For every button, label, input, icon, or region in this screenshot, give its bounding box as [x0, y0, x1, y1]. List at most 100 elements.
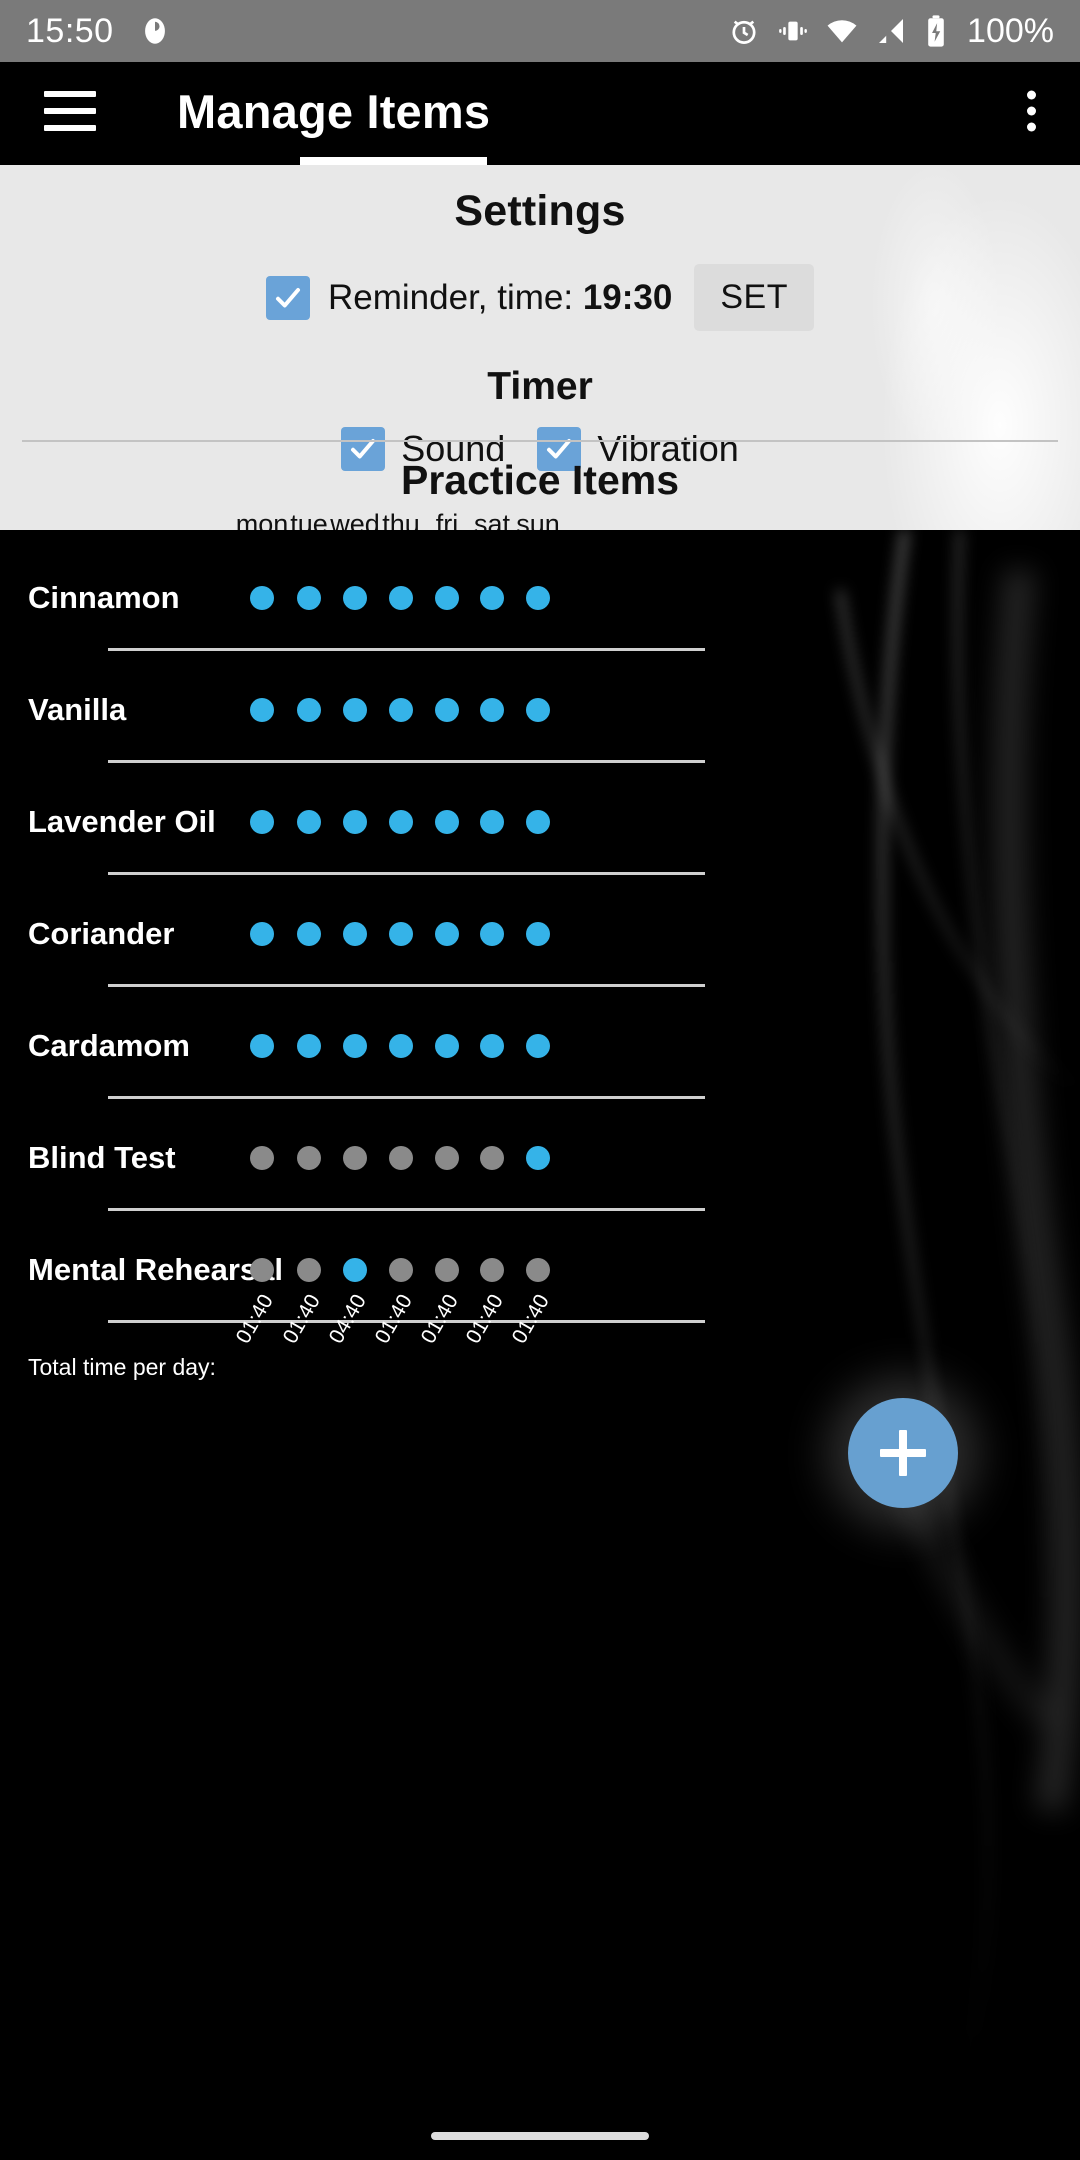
practice-day-dot-tue[interactable]: [297, 922, 321, 946]
row-divider: [108, 648, 705, 651]
practice-item-row[interactable]: Blind Test: [0, 1102, 1080, 1214]
practice-item-row[interactable]: Cardamom: [0, 990, 1080, 1102]
practice-item-name: Coriander: [28, 916, 175, 951]
reminder-row: Reminder, time: 19:30 SET: [0, 264, 1080, 331]
reminder-label: Reminder, time: 19:30: [328, 278, 672, 318]
practice-day-dot-mon[interactable]: [250, 1146, 274, 1170]
practice-item-name: Vanilla: [28, 692, 127, 727]
practice-day-dot-thu[interactable]: [389, 1034, 413, 1058]
row-divider: [108, 1096, 705, 1099]
practice-day-dot-mon[interactable]: [250, 1258, 274, 1282]
practice-day-dot-sat[interactable]: [480, 1034, 504, 1058]
row-divider: [108, 872, 705, 875]
practice-item-name: Mental Rehearsal: [28, 1252, 283, 1287]
practice-day-dot-fri[interactable]: [435, 922, 459, 946]
battery-percent-label: 100%: [967, 11, 1054, 50]
practice-day-dot-sat[interactable]: [480, 698, 504, 722]
vibrate-icon: [777, 15, 809, 47]
practice-day-dot-tue[interactable]: [297, 810, 321, 834]
tab-indicator-active: [300, 157, 487, 165]
practice-day-dot-wed[interactable]: [343, 1258, 367, 1282]
practice-day-dot-sun[interactable]: [526, 586, 550, 610]
practice-item-name: Cardamom: [28, 1028, 190, 1063]
practice-day-dot-fri[interactable]: [435, 698, 459, 722]
practice-items-heading: Practice Items: [400, 457, 680, 503]
row-divider: [108, 760, 705, 763]
practice-day-dot-sun[interactable]: [526, 1258, 550, 1282]
practice-day-dot-sat[interactable]: [480, 1146, 504, 1170]
practice-day-dot-fri[interactable]: [435, 1258, 459, 1282]
practice-item-name: Blind Test: [28, 1140, 176, 1175]
practice-day-dot-sun[interactable]: [526, 810, 550, 834]
status-bar-left-icons: [138, 14, 172, 48]
status-bar-right-icons: 100%: [727, 12, 1054, 51]
settings-divider: [22, 440, 1058, 442]
practice-day-dot-sat[interactable]: [480, 586, 504, 610]
reminder-checkbox[interactable]: [266, 275, 310, 320]
practice-day-dot-thu[interactable]: [389, 1146, 413, 1170]
row-divider: [108, 1208, 705, 1211]
set-reminder-button[interactable]: SET: [694, 264, 814, 331]
practice-day-dot-thu[interactable]: [389, 586, 413, 610]
row-divider: [108, 984, 705, 987]
practice-day-dot-sun[interactable]: [526, 1146, 550, 1170]
practice-day-dot-sun[interactable]: [526, 698, 550, 722]
practice-day-dot-thu[interactable]: [389, 1258, 413, 1282]
app-bar: Manage Items: [0, 62, 1080, 160]
status-bar: 15:50 100%: [0, 0, 1080, 62]
overflow-menu-icon[interactable]: [1027, 90, 1036, 132]
practice-day-dot-wed[interactable]: [343, 810, 367, 834]
system-navigation-bar: [0, 2100, 1080, 2160]
practice-day-dot-fri[interactable]: [435, 810, 459, 834]
practice-items-list: Cinnamon Vanilla Lavender Oil Coriander Card…: [0, 530, 1080, 2160]
practice-day-dot-sat[interactable]: [480, 810, 504, 834]
practice-item-row[interactable]: Vanilla: [0, 654, 1080, 766]
home-gesture-pill[interactable]: [431, 2132, 649, 2140]
practice-day-dot-mon[interactable]: [250, 810, 274, 834]
profile-avatar-icon: [138, 14, 172, 48]
practice-day-dot-wed[interactable]: [343, 1146, 367, 1170]
page-title: Manage Items: [177, 84, 491, 138]
settings-heading: Settings: [454, 187, 626, 235]
practice-day-dot-thu[interactable]: [389, 698, 413, 722]
plus-icon: [880, 1430, 926, 1476]
total-time-label: Total time per day:: [28, 1354, 216, 1380]
battery-charging-icon: [923, 14, 949, 48]
practice-day-dot-thu[interactable]: [389, 810, 413, 834]
practice-day-dot-fri[interactable]: [435, 1034, 459, 1058]
practice-day-dot-tue[interactable]: [297, 1146, 321, 1170]
wifi-icon: [825, 14, 859, 48]
app-root: 15:50 100% Manage Items Settings Reminde…: [0, 0, 1080, 2160]
practice-day-dot-mon[interactable]: [250, 698, 274, 722]
hamburger-menu-icon[interactable]: [44, 91, 96, 131]
practice-day-dot-mon[interactable]: [250, 922, 274, 946]
practice-item-row[interactable]: Lavender Oil: [0, 766, 1080, 878]
practice-day-dot-thu[interactable]: [389, 922, 413, 946]
practice-item-name: Lavender Oil: [28, 804, 216, 839]
practice-item-row[interactable]: Cinnamon: [0, 542, 1080, 654]
practice-day-dot-wed[interactable]: [343, 698, 367, 722]
tab-strip: [0, 153, 1080, 165]
reminder-label-text: Reminder, time:: [328, 277, 574, 317]
practice-day-dot-tue[interactable]: [297, 1258, 321, 1282]
cellular-signal-icon: [875, 15, 907, 47]
practice-day-dot-fri[interactable]: [435, 1146, 459, 1170]
practice-day-dot-wed[interactable]: [343, 586, 367, 610]
practice-day-dot-tue[interactable]: [297, 698, 321, 722]
timer-heading: Timer: [487, 365, 593, 408]
practice-day-dot-sat[interactable]: [480, 922, 504, 946]
practice-day-dot-tue[interactable]: [297, 1034, 321, 1058]
add-item-fab[interactable]: [848, 1398, 958, 1508]
practice-day-dot-sat[interactable]: [480, 1258, 504, 1282]
practice-item-row[interactable]: Coriander: [0, 878, 1080, 990]
practice-day-dot-wed[interactable]: [343, 922, 367, 946]
practice-day-dot-sun[interactable]: [526, 1034, 550, 1058]
settings-panel: Settings Reminder, time: 19:30 SET Timer…: [0, 165, 1080, 539]
practice-day-dot-sun[interactable]: [526, 922, 550, 946]
practice-day-dot-fri[interactable]: [435, 586, 459, 610]
practice-day-dot-mon[interactable]: [250, 586, 274, 610]
alarm-icon: [727, 14, 761, 48]
practice-day-dot-mon[interactable]: [250, 1034, 274, 1058]
practice-day-dot-tue[interactable]: [297, 586, 321, 610]
practice-day-dot-wed[interactable]: [343, 1034, 367, 1058]
